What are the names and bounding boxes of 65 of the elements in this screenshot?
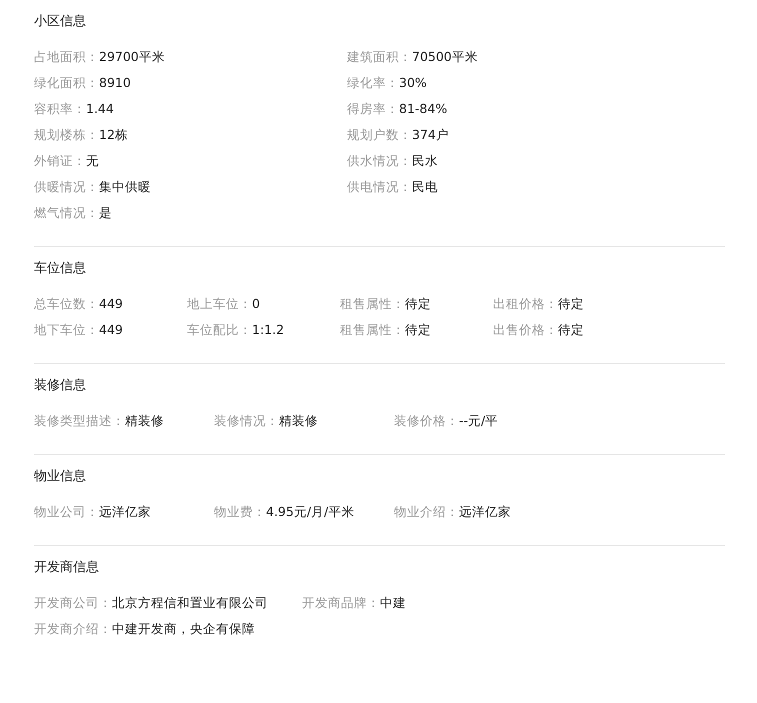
field-value: 449 [99,321,123,339]
field-value: 远洋亿家 [459,503,511,521]
field-label: 租售属性： [340,295,405,313]
field-label: 物业介绍： [394,503,459,521]
field-value: --元/平 [459,412,498,430]
field-label: 装修类型描述： [34,412,125,430]
section-title: 车位信息 [34,260,87,278]
field-value: 精装修 [125,412,164,430]
field-label: 物业费： [214,503,266,521]
field-label: 供电情况： [347,178,412,196]
field-value: 30% [399,74,427,92]
field-label: 供水情况： [347,152,412,170]
field-value: 449 [99,295,123,313]
field-value: 374户 [412,126,449,144]
field-value: 待定 [405,321,431,339]
field-label: 地上车位： [187,295,252,313]
field-label: 开发商公司： [34,594,112,612]
section-title: 物业信息 [34,468,87,486]
section-title: 开发商信息 [34,559,100,577]
field-value: 4.95元/月/平米 [266,503,354,521]
field-label: 地下车位： [34,321,99,339]
field-value: 远洋亿家 [99,503,151,521]
field-label: 租售属性： [340,321,405,339]
field-value: 北京方程信和置业有限公司 [112,594,268,612]
field-label: 车位配比： [187,321,252,339]
field-label: 规划户数： [347,126,412,144]
field-value: 8910 [99,74,131,92]
field-value: 待定 [405,295,431,313]
field-label: 建筑面积： [347,48,412,66]
field-value: 中建开发商，央企有保障 [112,620,255,638]
field-label: 绿化率： [347,74,399,92]
field-label: 容积率： [34,100,86,118]
field-label: 物业公司： [34,503,99,521]
field-value: 1.44 [86,100,114,118]
field-label: 总车位数： [34,295,99,313]
field-label: 出售价格： [493,321,558,339]
field-value: 精装修 [279,412,318,430]
field-value: 0 [252,295,260,313]
field-value: 中建 [380,594,406,612]
field-label: 燃气情况： [34,204,99,222]
field-value: 待定 [558,321,584,339]
field-label: 装修情况： [214,412,279,430]
field-value: 70500平米 [412,48,478,66]
field-label: 规划楼栋： [34,126,99,144]
field-value: 集中供暖 [99,178,151,196]
field-label: 外销证： [34,152,86,170]
field-value: 民水 [412,152,438,170]
field-value: 29700平米 [99,48,165,66]
field-value: 1:1.2 [252,321,284,339]
field-label: 装修价格： [394,412,459,430]
field-value: 无 [86,152,99,170]
field-value: 81-84% [399,100,448,118]
field-label: 占地面积： [34,48,99,66]
field-label: 供暖情况： [34,178,99,196]
field-label: 出租价格： [493,295,558,313]
field-value: 待定 [558,295,584,313]
field-value: 民电 [412,178,438,196]
field-label: 得房率： [347,100,399,118]
field-label: 开发商品牌： [302,594,380,612]
section-title: 小区信息 [34,13,87,31]
field-label: 绿化面积： [34,74,99,92]
field-value: 是 [99,204,112,222]
field-label: 开发商介绍： [34,620,112,638]
section-title: 装修信息 [34,377,87,395]
field-value: 12栋 [99,126,128,144]
